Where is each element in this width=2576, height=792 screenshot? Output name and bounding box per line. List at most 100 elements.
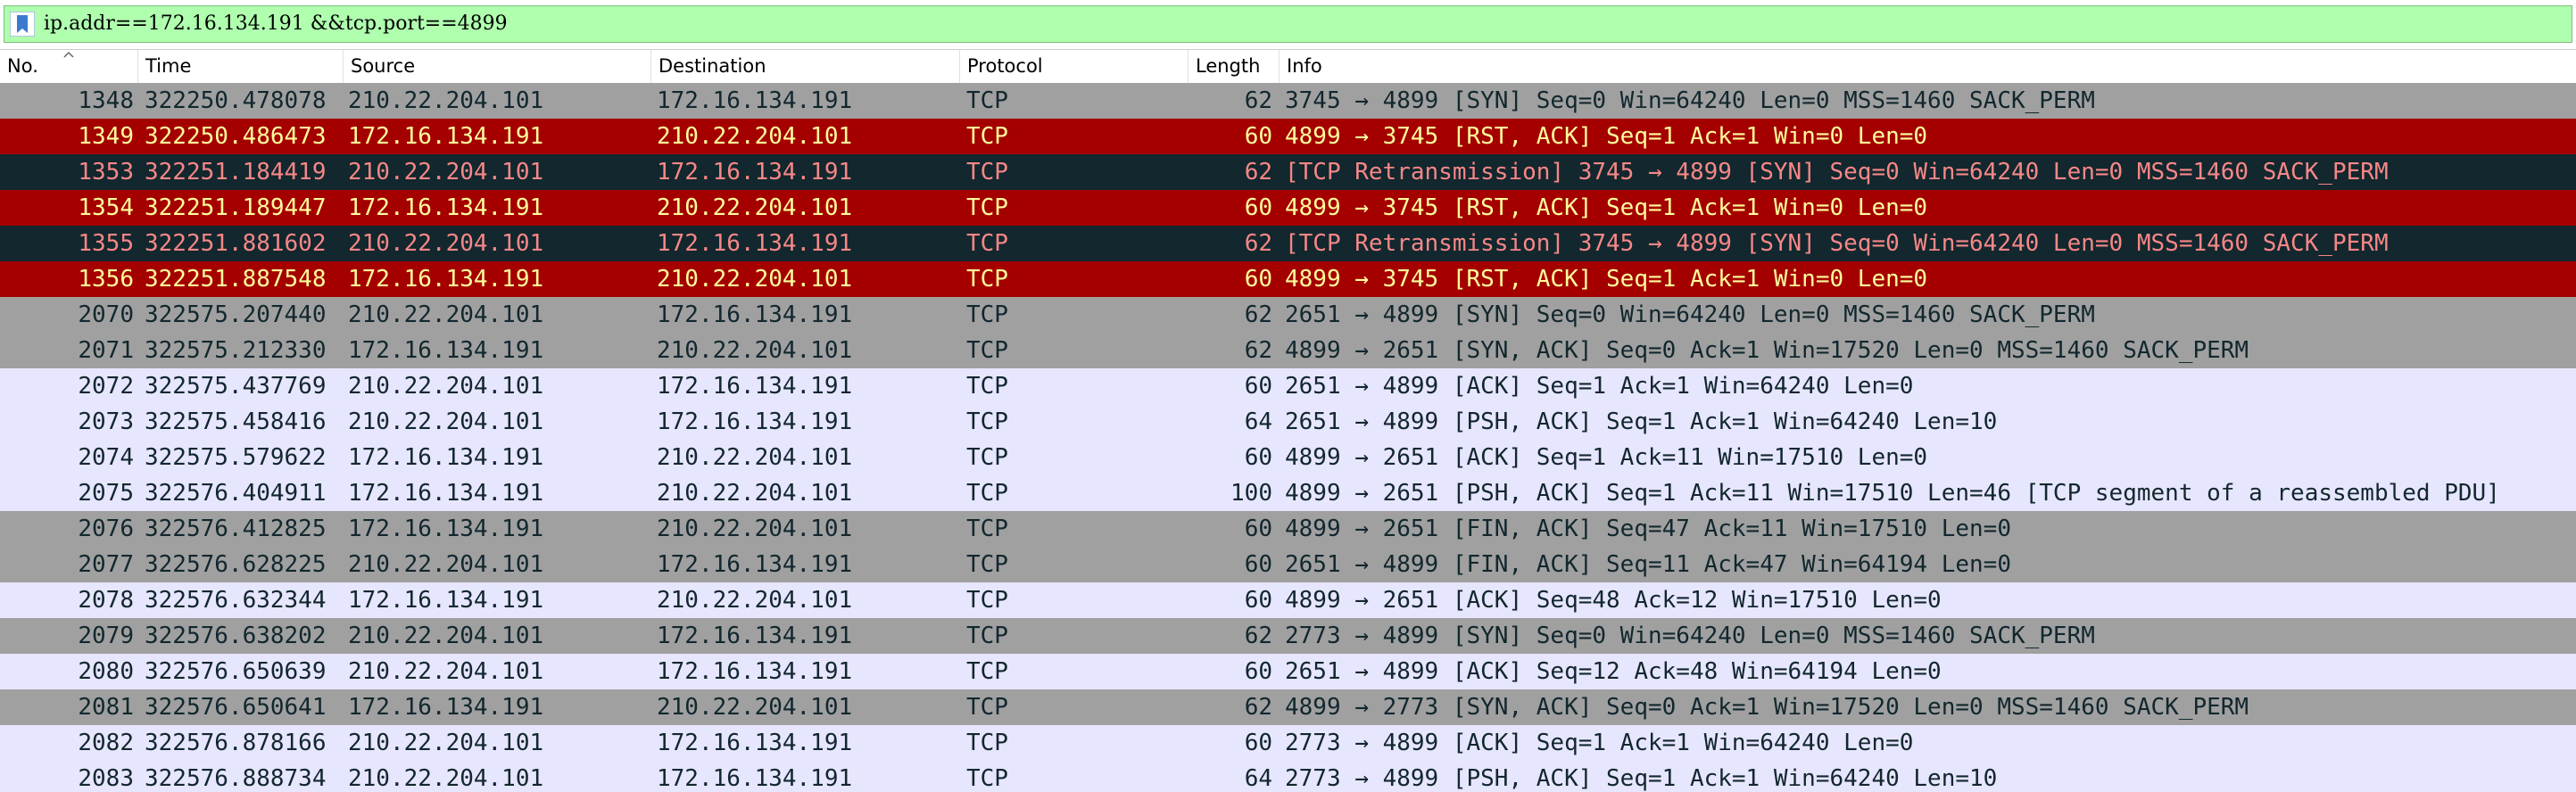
packet-info: 4899 → 2651 [PSH, ACK] Seq=1 Ack=11 Win=…	[1285, 480, 2500, 507]
column-header-time[interactable]: Time	[138, 50, 344, 83]
packet-destination: 172.16.134.191	[657, 408, 853, 435]
packet-length: 62	[1244, 159, 1272, 186]
packet-length: 64	[1244, 408, 1272, 435]
packet-source: 210.22.204.101	[348, 159, 544, 186]
packet-time: 322250.478078	[145, 87, 327, 114]
packet-protocol: TCP	[966, 194, 1008, 221]
packet-row[interactable]: 2073 322575.458416 210.22.204.101 172.16.13…	[0, 404, 2576, 440]
column-header-info[interactable]: Info	[1280, 50, 2576, 83]
packet-row[interactable]: 1353 322251.184419 210.22.204.101 172.16.13…	[0, 154, 2576, 190]
packet-number: 2079	[78, 623, 134, 649]
packet-number: 1355	[78, 230, 134, 257]
packet-length: 60	[1244, 194, 1272, 221]
packet-source: 210.22.204.101	[348, 765, 544, 792]
packet-row[interactable]: 2072 322575.437769 210.22.204.101 172.16.13…	[0, 368, 2576, 404]
packet-row[interactable]: 2080 322576.650639 210.22.204.101 172.16.13…	[0, 654, 2576, 689]
packet-time: 322251.881602	[145, 230, 327, 257]
column-header-destination[interactable]: Destination	[651, 50, 960, 83]
packet-destination: 172.16.134.191	[657, 730, 853, 756]
packet-destination: 172.16.134.191	[657, 159, 853, 186]
packet-row[interactable]: 2070 322575.207440 210.22.204.101 172.16.13…	[0, 297, 2576, 333]
packet-time: 322251.184419	[145, 159, 327, 186]
packet-info: 4899 → 2773 [SYN, ACK] Seq=0 Ack=1 Win=1…	[1285, 694, 2249, 721]
packet-row[interactable]: 2079 322576.638202 210.22.204.101 172.16.13…	[0, 618, 2576, 654]
packet-time: 322576.412825	[145, 516, 327, 542]
column-header-length[interactable]: Length	[1189, 50, 1280, 83]
packet-info: 2773 → 4899 [PSH, ACK] Seq=1 Ack=1 Win=6…	[1285, 765, 1998, 792]
packet-destination: 210.22.204.101	[657, 694, 853, 721]
packet-row[interactable]: 2082 322576.878166 210.22.204.101 172.16.13…	[0, 725, 2576, 761]
packet-protocol: TCP	[966, 623, 1008, 649]
packet-info: 3745 → 4899 [SYN] Seq=0 Win=64240 Len=0 …	[1285, 87, 2095, 114]
packet-list-window: ip.addr==172.16.134.191 &&tcp.port==4899…	[0, 0, 2576, 792]
packet-length: 60	[1244, 730, 1272, 756]
packet-time: 322576.888734	[145, 765, 327, 792]
packet-destination: 172.16.134.191	[657, 301, 853, 328]
packet-source: 210.22.204.101	[348, 730, 544, 756]
packet-length: 60	[1244, 123, 1272, 150]
packet-destination: 210.22.204.101	[657, 587, 853, 614]
packet-time: 322575.212330	[145, 337, 327, 364]
column-header-protocol[interactable]: Protocol	[960, 50, 1189, 83]
packet-row[interactable]: 2081 322576.650641 172.16.134.191 210.22.20…	[0, 689, 2576, 725]
packet-row[interactable]: 2077 322576.628225 210.22.204.101 172.16.13…	[0, 547, 2576, 582]
packet-row[interactable]: 2074 322575.579622 172.16.134.191 210.22.20…	[0, 440, 2576, 475]
packet-row[interactable]: 2071 322575.212330 172.16.134.191 210.22.20…	[0, 333, 2576, 368]
packet-time: 322251.887548	[145, 266, 327, 293]
packet-time: 322576.404911	[145, 480, 327, 507]
display-filter-text: ip.addr==172.16.134.191 &&tcp.port==4899	[44, 12, 508, 35]
packet-info: 2651 → 4899 [SYN] Seq=0 Win=64240 Len=0 …	[1285, 301, 2095, 328]
packet-source: 172.16.134.191	[348, 587, 544, 614]
packet-info: 2651 → 4899 [PSH, ACK] Seq=1 Ack=1 Win=6…	[1285, 408, 1998, 435]
column-header-no[interactable]: No.	[0, 50, 138, 83]
packet-protocol: TCP	[966, 266, 1008, 293]
packet-protocol: TCP	[966, 373, 1008, 400]
packet-row[interactable]: 1356 322251.887548 172.16.134.191 210.22.20…	[0, 261, 2576, 297]
packet-number: 2076	[78, 516, 134, 542]
packet-row[interactable]: 2083 322576.888734 210.22.204.101 172.16.13…	[0, 761, 2576, 792]
display-filter-input[interactable]: ip.addr==172.16.134.191 &&tcp.port==4899	[4, 5, 2572, 43]
packet-protocol: TCP	[966, 765, 1008, 792]
packet-protocol: TCP	[966, 551, 1008, 578]
packet-time: 322576.650641	[145, 694, 327, 721]
bookmark-icon[interactable]	[9, 11, 36, 37]
packet-row[interactable]: 2078 322576.632344 172.16.134.191 210.22.20…	[0, 582, 2576, 618]
packet-info: 2773 → 4899 [SYN] Seq=0 Win=64240 Len=0 …	[1285, 623, 2095, 649]
packet-length: 60	[1244, 444, 1272, 471]
packet-protocol: TCP	[966, 159, 1008, 186]
packet-length: 60	[1244, 516, 1272, 542]
packet-info: 2651 → 4899 [FIN, ACK] Seq=11 Ack=47 Win…	[1285, 551, 2011, 578]
sort-ascending-icon	[63, 51, 74, 58]
packet-destination: 210.22.204.101	[657, 444, 853, 471]
column-header-label: No.	[7, 55, 38, 77]
packet-protocol: TCP	[966, 123, 1008, 150]
packet-length: 60	[1244, 658, 1272, 685]
packet-destination: 210.22.204.101	[657, 266, 853, 293]
packet-protocol: TCP	[966, 301, 1008, 328]
packet-number: 2078	[78, 587, 134, 614]
packet-row[interactable]: 2076 322576.412825 172.16.134.191 210.22.20…	[0, 511, 2576, 547]
packet-number: 1349	[78, 123, 134, 150]
packet-info: 4899 → 3745 [RST, ACK] Seq=1 Ack=1 Win=0…	[1285, 194, 1928, 221]
packet-row[interactable]: 2075 322576.404911 172.16.134.191 210.22.20…	[0, 475, 2576, 511]
packet-row[interactable]: 1349 322250.486473 172.16.134.191 210.22.20…	[0, 119, 2576, 154]
packet-number: 2081	[78, 694, 134, 721]
packet-row[interactable]: 1355 322251.881602 210.22.204.101 172.16.13…	[0, 226, 2576, 261]
column-header-label: Destination	[658, 55, 766, 77]
packet-protocol: TCP	[966, 730, 1008, 756]
packet-destination: 172.16.134.191	[657, 373, 853, 400]
packet-protocol: TCP	[966, 87, 1008, 114]
packet-row[interactable]: 1348 322250.478078 210.22.204.101 172.16.13…	[0, 83, 2576, 119]
packet-destination: 210.22.204.101	[657, 480, 853, 507]
packet-number: 2077	[78, 551, 134, 578]
packet-time: 322575.437769	[145, 373, 327, 400]
column-header-source[interactable]: Source	[344, 50, 651, 83]
packet-length: 60	[1244, 587, 1272, 614]
column-header-label: Length	[1196, 55, 1261, 77]
packet-number: 2083	[78, 765, 134, 792]
packet-row[interactable]: 1354 322251.189447 172.16.134.191 210.22.20…	[0, 190, 2576, 226]
packet-number: 1354	[78, 194, 134, 221]
packet-source: 172.16.134.191	[348, 194, 544, 221]
packet-protocol: TCP	[966, 480, 1008, 507]
packet-protocol: TCP	[966, 587, 1008, 614]
